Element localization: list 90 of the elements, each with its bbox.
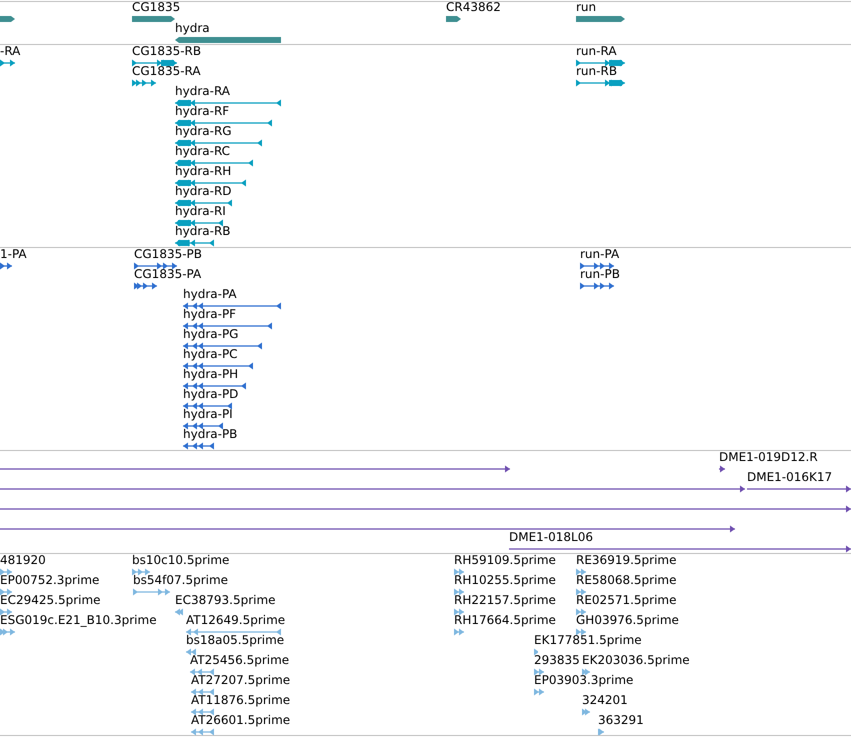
clone-line[interactable] <box>719 465 725 473</box>
feature-label: hydra-RB <box>175 225 231 238</box>
est-glyph[interactable] <box>582 668 590 676</box>
feature-label: hydra-PF <box>183 308 236 321</box>
gene-bar[interactable] <box>132 15 175 23</box>
feature-label: EK203036.5prime <box>582 654 690 667</box>
est-glyph[interactable] <box>454 568 464 576</box>
feature-label: CR43862 <box>446 1 501 14</box>
feature-label: ESG019c.E21_B10.3prime <box>0 614 157 627</box>
est-glyph[interactable] <box>0 608 12 616</box>
gene-bar[interactable] <box>446 15 461 23</box>
feature-label: GH03976.5prime <box>576 614 679 627</box>
clone-line[interactable] <box>747 485 851 493</box>
feature-label: hydra-PB <box>183 428 238 441</box>
est-glyph[interactable] <box>191 708 214 716</box>
feature-label: hydra-PD <box>183 388 238 401</box>
feature-label: hydra-RH <box>175 165 232 178</box>
feature-label: hydra-RC <box>175 145 230 158</box>
est-glyph[interactable] <box>190 668 214 676</box>
feature-label: hydra-PA <box>183 288 237 301</box>
transcript-glyph[interactable] <box>132 59 177 67</box>
feature-label: hydra-PH <box>183 368 238 381</box>
est-glyph[interactable] <box>534 668 544 676</box>
feature-label: bs18a05.5prime <box>186 634 284 647</box>
feature-label: run-PB <box>580 268 620 281</box>
feature-label: EP03903.3prime <box>534 674 634 687</box>
clone-line[interactable] <box>0 525 735 533</box>
clone-line[interactable] <box>0 465 510 473</box>
feature-label: hydra-RI <box>175 205 226 218</box>
clone-line[interactable] <box>509 545 851 553</box>
feature-label: hydra-RA <box>175 85 230 98</box>
feature-label: hydra-RG <box>175 125 232 138</box>
est-glyph[interactable] <box>0 588 12 596</box>
est-glyph[interactable] <box>454 588 464 596</box>
feature-label: RE02571.5prime <box>576 594 676 607</box>
feature-label: hydra-RF <box>175 105 230 118</box>
feature-label: AT11876.5prime <box>191 694 290 707</box>
feature-label: RE58068.5prime <box>576 574 676 587</box>
est-glyph[interactable] <box>191 688 214 696</box>
feature-label: AT26601.5prime <box>191 714 290 727</box>
feature-label: run-RB <box>576 65 618 78</box>
est-glyph[interactable] <box>576 628 586 636</box>
feature-label: AT25456.5prime <box>190 654 290 667</box>
feature-label: AT27207.5prime <box>191 674 290 687</box>
feature-label: 293835 <box>534 654 580 667</box>
feature-label: RE36919.5prime <box>576 554 676 567</box>
feature-label: CG1835 <box>132 1 180 14</box>
feature-label: AT12649.5prime <box>186 614 286 627</box>
feature-label: hydra-PG <box>183 328 238 341</box>
feature-label: DME1-019D12.R <box>719 451 818 464</box>
est-glyph[interactable] <box>454 608 464 616</box>
feature-label: bs54f07.5prime <box>133 574 228 587</box>
feature-label: RH59109.5prime <box>454 554 556 567</box>
feature-label: DME1-016K17 <box>747 471 832 484</box>
est-glyph[interactable] <box>576 568 586 576</box>
est-glyph[interactable] <box>0 568 12 576</box>
feature-label: CG1835-PA <box>134 268 202 281</box>
feature-label: 324201 <box>582 694 628 707</box>
protein-glyph[interactable] <box>134 262 177 270</box>
est-glyph[interactable] <box>576 588 586 596</box>
feature-label: CG1835-RB <box>132 45 202 58</box>
feature-label: run-PA <box>580 248 620 261</box>
feature-label: hydra-PI <box>183 408 233 421</box>
feature-label: bs10c10.5prime <box>132 554 230 567</box>
feature-label: run-RA <box>576 45 617 58</box>
feature-label: hydra-RD <box>175 185 232 198</box>
feature-label: EP00752.3prime <box>0 574 100 587</box>
feature-label: 481920 <box>0 554 46 567</box>
feature-label: -RA <box>0 45 20 58</box>
gene-bar[interactable] <box>0 15 15 23</box>
gene-bar[interactable] <box>175 36 281 44</box>
feature-label: CG1835-PB <box>134 248 202 261</box>
feature-label: 1-PA <box>0 248 27 261</box>
feature-label: EC38793.5prime <box>175 594 276 607</box>
clone-line[interactable] <box>0 505 851 513</box>
feature-label: CG1835-RA <box>132 65 201 78</box>
feature-label: EK177851.5prime <box>534 634 642 647</box>
gene-bar[interactable] <box>576 15 625 23</box>
feature-label: hydra-PC <box>183 348 238 361</box>
est-glyph[interactable] <box>576 608 586 616</box>
feature-label: RH17664.5prime <box>454 614 556 627</box>
feature-label: RH22157.5prime <box>454 594 556 607</box>
feature-label: RH10255.5prime <box>454 574 556 587</box>
feature-label: EC29425.5prime <box>0 594 101 607</box>
clone-line[interactable] <box>0 485 745 493</box>
feature-label: DME1-018L06 <box>509 531 593 544</box>
est-glyph[interactable] <box>534 648 538 656</box>
feature-label: run <box>576 1 596 14</box>
feature-label: hydra <box>175 22 210 35</box>
feature-label: 363291 <box>598 714 644 727</box>
